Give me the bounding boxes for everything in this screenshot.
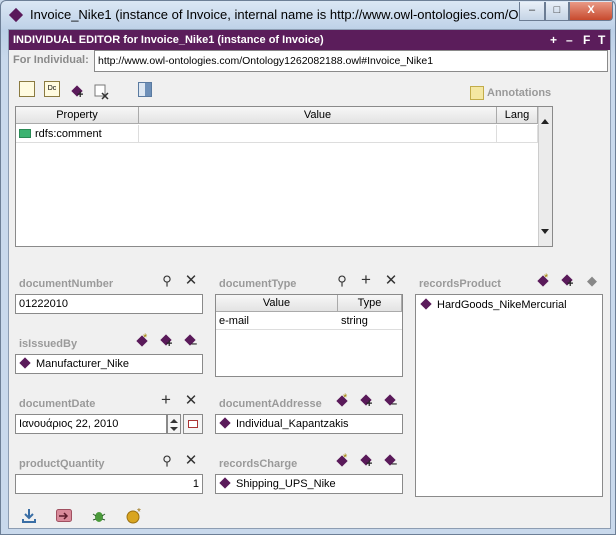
spin-up-icon[interactable] [170, 419, 178, 423]
individual-icon [19, 357, 31, 369]
remove-instance-icon[interactable] [184, 334, 198, 351]
date-spinner[interactable] [167, 414, 181, 434]
remove-instance-icon[interactable]: ◆ [585, 274, 599, 288]
value-cell[interactable]: e-mail [219, 315, 249, 327]
scroll-down-icon[interactable] [541, 229, 549, 234]
maximize-button[interactable]: □ [545, 2, 569, 21]
column-header-lang[interactable]: Lang [497, 107, 538, 124]
remove-instance-icon[interactable] [384, 394, 398, 411]
create-datatype-annotation-icon[interactable]: Dc [44, 81, 60, 97]
view-toggle-icon[interactable] [138, 82, 154, 98]
documentAddressee-value: Individual_Kapantzakis [236, 418, 349, 430]
recordsProduct-list: HardGoods_NikeMercurial [415, 294, 603, 497]
individual-editor-panel: INDIVIDUAL EDITOR for Invoice_Nike1 (ins… [8, 29, 611, 529]
create-individual-icon[interactable]: * [126, 507, 142, 524]
editor-header: INDIVIDUAL EDITOR for Invoice_Nike1 (ins… [9, 30, 610, 50]
svg-text:*: * [137, 508, 141, 518]
isIssuedBy-label: isIssuedBy [19, 338, 78, 350]
title-bar[interactable]: Invoice_Nike1 (instance of Invoice, inte… [1, 1, 615, 29]
documentNumber-label: documentNumber [19, 278, 114, 290]
delete-icon[interactable]: ✕ [184, 273, 198, 288]
type-cell[interactable]: string [341, 315, 368, 327]
search-icon[interactable]: ⚲ [160, 274, 174, 288]
annotations-table: Property Value Lang rdfs:comment [15, 106, 553, 247]
create-annotation-icon[interactable] [19, 81, 35, 97]
documentNumber-field[interactable]: 01222010 [15, 294, 203, 314]
table-row[interactable]: e-mail string [216, 313, 402, 330]
debug-icon[interactable] [91, 508, 107, 524]
documentAddressee-label: documentAddresse [219, 398, 322, 410]
column-header-value[interactable]: Value [139, 107, 497, 124]
recordsCharge-label: recordsCharge [219, 458, 298, 470]
forward-icon[interactable] [56, 508, 72, 524]
scroll-up-icon[interactable] [541, 119, 549, 124]
column-header-value[interactable]: Value [216, 295, 338, 312]
create-instance-icon[interactable] [336, 451, 350, 468]
recordsProduct-label: recordsProduct [419, 278, 501, 290]
add-icon[interactable]: + [159, 391, 173, 408]
header-f-button[interactable]: F [583, 30, 590, 50]
recordsCharge-value: Shipping_UPS_Nike [236, 478, 336, 490]
list-item-label: HardGoods_NikeMercurial [437, 299, 567, 311]
header-t-button[interactable]: T [598, 30, 605, 50]
header-remove-button[interactable]: – [566, 30, 573, 50]
add-annotation-icon[interactable] [71, 85, 85, 102]
property-cell[interactable]: rdfs:comment [16, 125, 139, 143]
remove-instance-icon[interactable] [384, 454, 398, 471]
table-row[interactable]: rdfs:comment [16, 125, 538, 143]
search-icon[interactable]: ⚲ [335, 274, 349, 288]
search-icon[interactable]: ⚲ [160, 454, 174, 468]
recordsCharge-field[interactable]: Shipping_UPS_Nike [215, 474, 403, 494]
delete-icon[interactable]: ✕ [184, 393, 198, 408]
documentDate-label: documentDate [19, 398, 96, 410]
property-name: rdfs:comment [35, 128, 102, 140]
close-button[interactable]: X [569, 2, 613, 21]
annotations-note-icon [470, 86, 484, 100]
calendar-icon[interactable] [183, 414, 203, 434]
individual-icon [8, 7, 24, 23]
column-header-property[interactable]: Property [16, 107, 139, 124]
add-instance-icon[interactable] [561, 274, 575, 291]
annotation-property-icon [19, 129, 31, 138]
table-scrollbar[interactable] [538, 107, 552, 246]
add-icon[interactable]: + [359, 271, 373, 288]
individual-icon [219, 477, 231, 489]
create-instance-icon[interactable] [537, 271, 551, 288]
isIssuedBy-field[interactable]: Manufacturer_Nike [15, 354, 203, 374]
annotations-label: Annotations [487, 87, 552, 99]
documentDate-field[interactable]: Ιανουάριος 22, 2010 [15, 414, 167, 434]
spin-down-icon[interactable] [170, 427, 178, 431]
add-instance-icon[interactable] [360, 454, 374, 471]
delete-icon[interactable]: ✕ [184, 453, 198, 468]
value-cell[interactable] [139, 125, 497, 143]
create-instance-icon[interactable] [336, 391, 350, 408]
productQuantity-field[interactable]: 1 [15, 474, 203, 494]
header-add-button[interactable]: + [550, 30, 557, 50]
delete-icon[interactable]: ✕ [384, 273, 398, 288]
delete-annotation-icon[interactable] [94, 84, 110, 100]
for-individual-label: For Individual: [13, 54, 89, 66]
documentType-label: documentType [219, 278, 297, 290]
individual-icon [219, 417, 231, 429]
minimize-button[interactable]: – [519, 2, 545, 21]
create-instance-icon[interactable] [136, 331, 150, 348]
window-title: Invoice_Nike1 (instance of Invoice, inte… [30, 7, 518, 22]
add-instance-icon[interactable] [360, 394, 374, 411]
productQuantity-label: productQuantity [19, 458, 105, 470]
isIssuedBy-value: Manufacturer_Nike [36, 358, 129, 370]
column-header-type[interactable]: Type [338, 295, 402, 312]
for-individual-field[interactable]: http://www.owl-ontologies.com/Ontology12… [94, 50, 608, 72]
editor-header-title: INDIVIDUAL EDITOR for Invoice_Nike1 (ins… [13, 34, 324, 46]
window: Invoice_Nike1 (instance of Invoice, inte… [0, 0, 616, 535]
lang-cell[interactable] [497, 125, 538, 143]
individual-icon [420, 298, 432, 310]
documentAddressee-field[interactable]: Individual_Kapantzakis [215, 414, 403, 434]
add-instance-icon[interactable] [160, 334, 174, 351]
documentType-table: Value Type e-mail string [215, 294, 403, 377]
import-icon[interactable] [21, 508, 37, 524]
list-item[interactable]: HardGoods_NikeMercurial [420, 297, 567, 313]
